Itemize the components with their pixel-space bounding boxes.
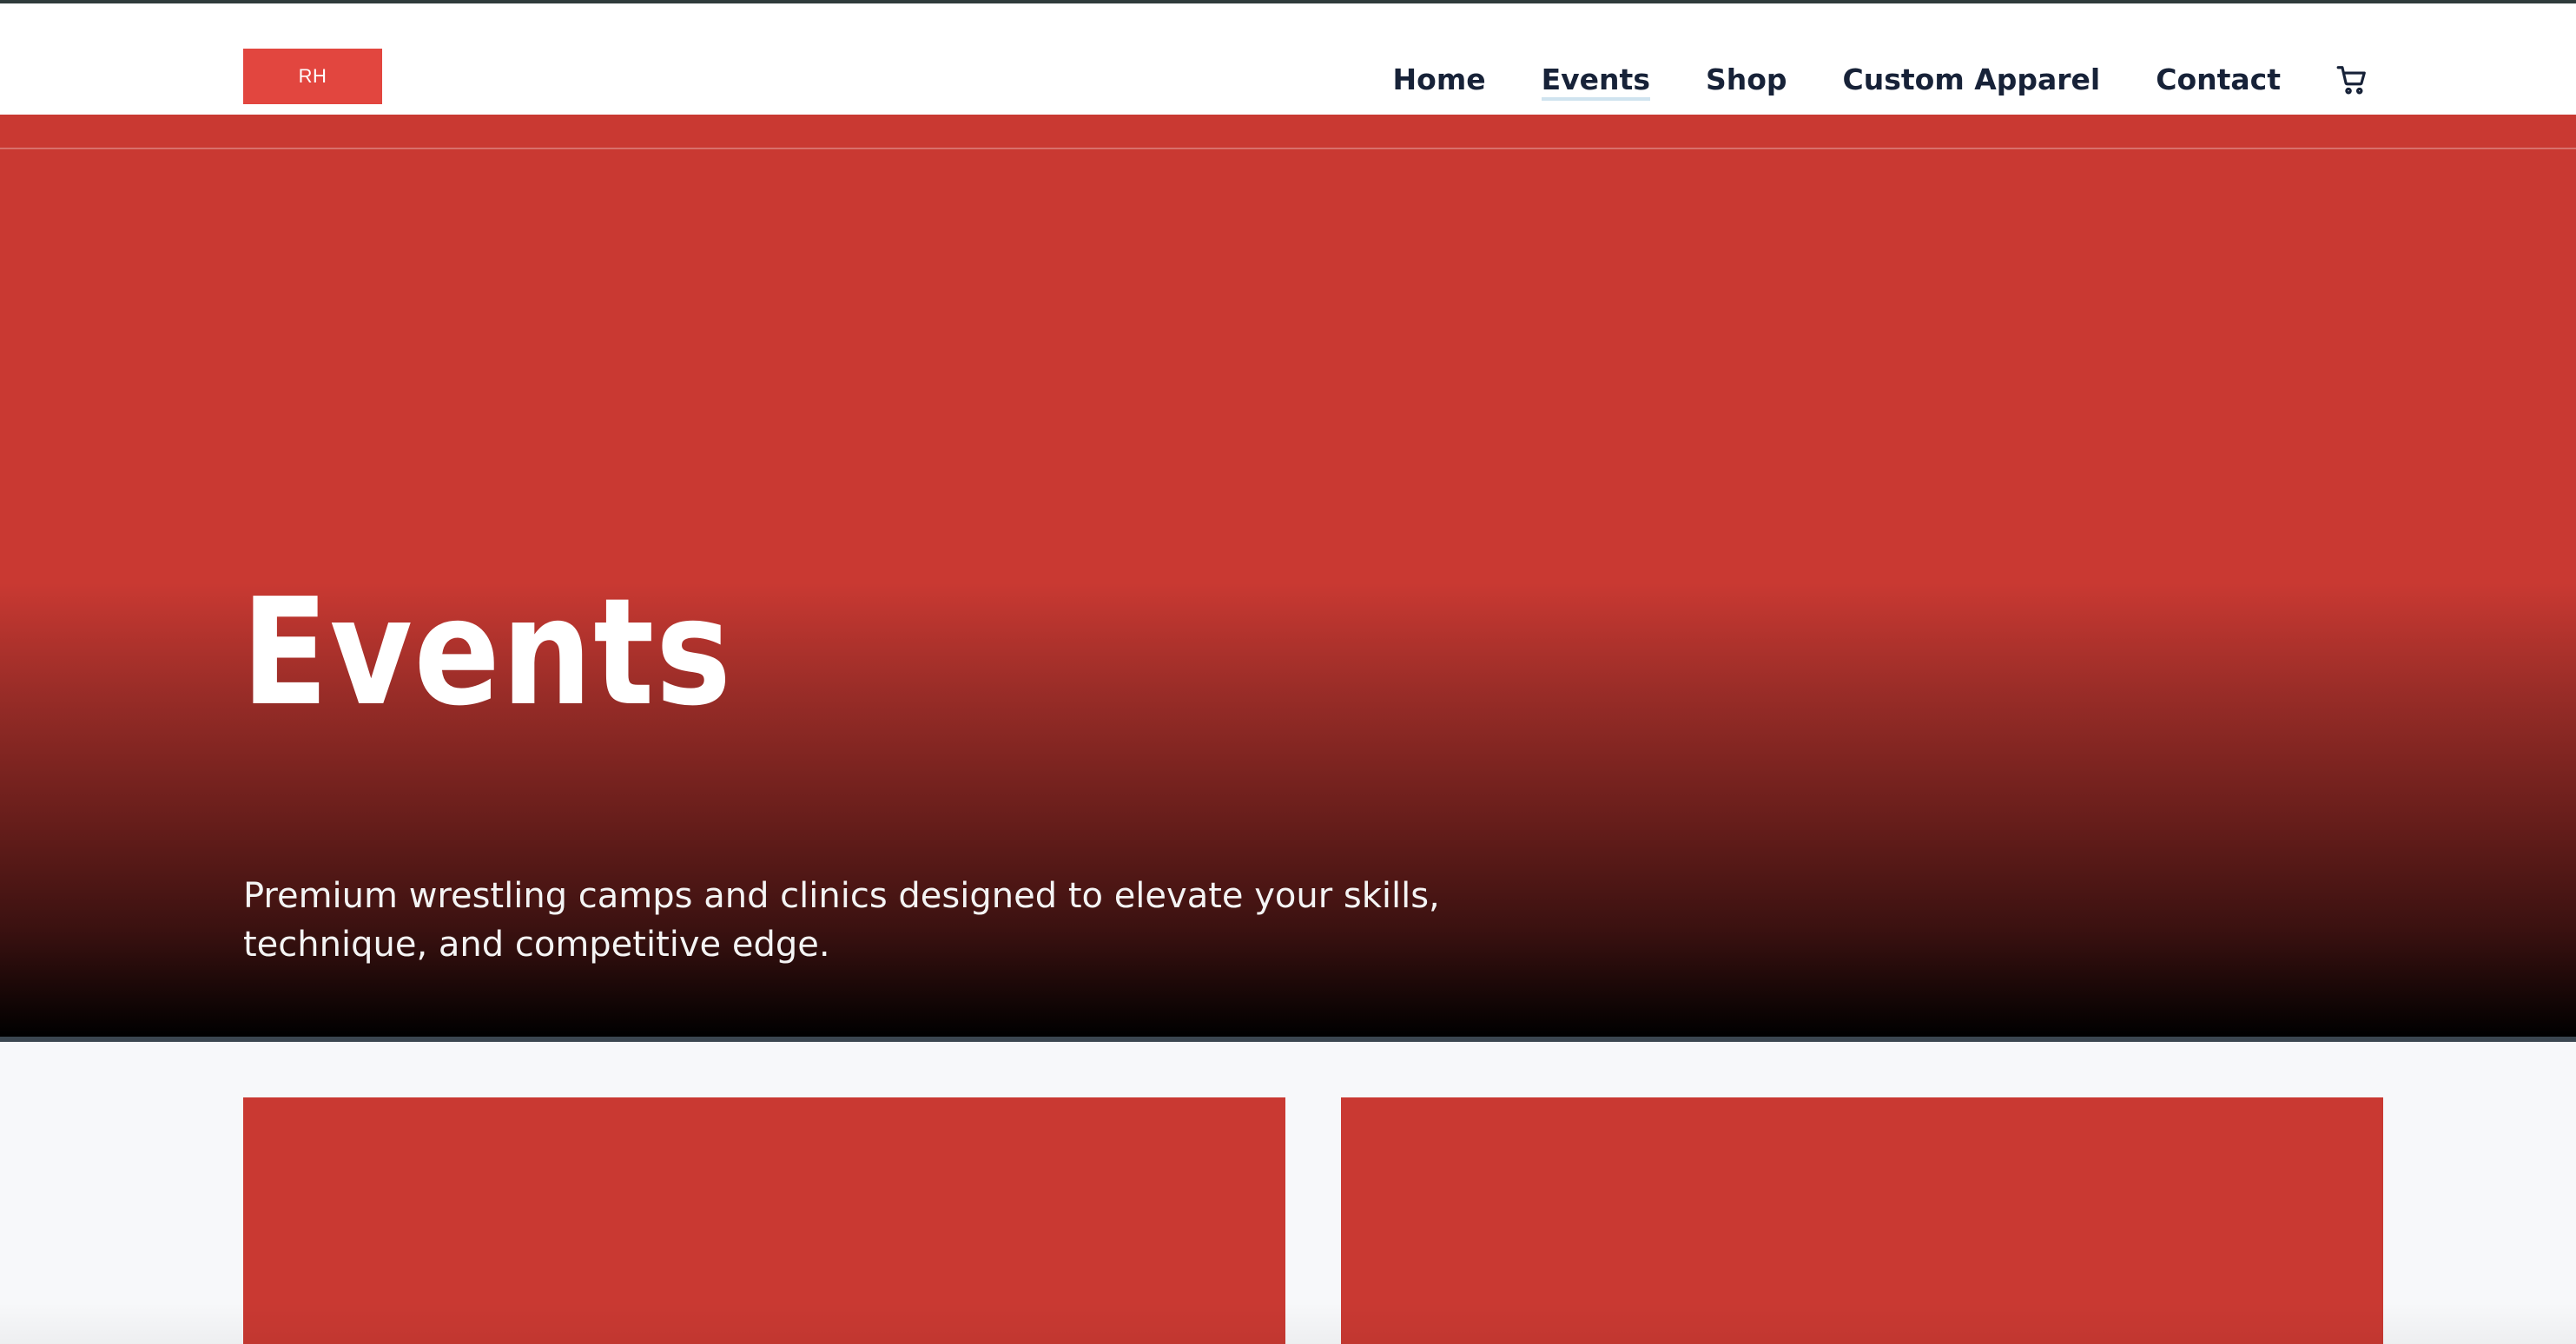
nav-custom-apparel-link[interactable]: Custom Apparel (1843, 56, 2101, 104)
nav-home-link[interactable]: Home (1393, 56, 1486, 104)
main-nav: Home Events Shop Custom Apparel Contact (1338, 56, 2369, 104)
event-card[interactable] (243, 1097, 1285, 1344)
event-card[interactable] (1341, 1097, 2383, 1344)
hero-divider (0, 148, 2576, 149)
logo[interactable]: RH (243, 49, 382, 104)
page-title: Events (241, 567, 733, 739)
hero-subtitle: Premium wrestling camps and clinics desi… (243, 876, 1440, 965)
nav-shop-link[interactable]: Shop (1706, 56, 1787, 104)
hero-bottom-border (0, 1037, 2576, 1042)
cart-icon (2336, 66, 2366, 95)
nav-events-link[interactable]: Events (1541, 56, 1651, 104)
site-header: RH Home Events Shop Custom Apparel Conta… (0, 3, 2576, 115)
nav-contact-link[interactable]: Contact (2156, 56, 2281, 104)
cart-button[interactable] (2335, 63, 2369, 97)
hero-section: Events Premium wrestling camps and clini… (0, 115, 2576, 1037)
